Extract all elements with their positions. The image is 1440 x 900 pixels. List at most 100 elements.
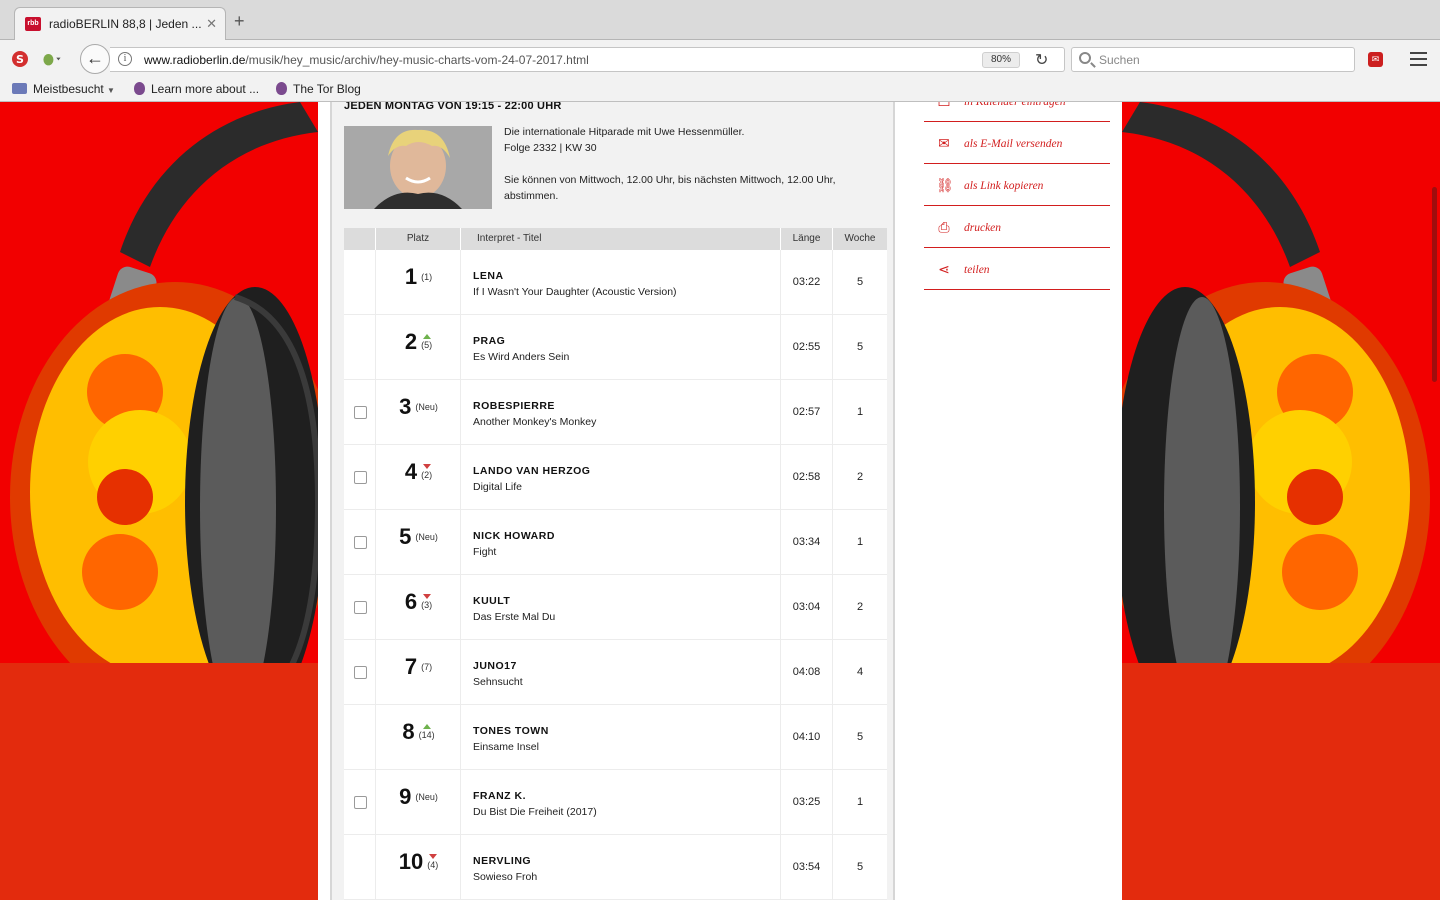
header-weeks: Woche [844, 233, 876, 244]
tor-onion-icon[interactable] [42, 49, 62, 69]
weeks-in-chart: 2 [856, 471, 864, 483]
rank-number: 3 [399, 394, 412, 419]
share-item-als-link-kopieren[interactable]: ⛓ als Link kopieren [924, 164, 1110, 206]
vote-checkbox[interactable] [354, 536, 367, 549]
song-length: 03:34 [792, 536, 821, 548]
rank-number: 5 [399, 524, 412, 549]
search-icon [1079, 52, 1091, 64]
previous-rank: (7) [421, 661, 433, 672]
share-item-drucken[interactable]: ⎙ drucken [924, 206, 1110, 248]
trend-up-icon [422, 724, 431, 729]
trend-down-icon [428, 854, 437, 859]
header-place: Platz [376, 228, 461, 250]
song-length: 03:22 [792, 276, 821, 288]
scrollbar-thumb[interactable] [1432, 187, 1437, 382]
reload-icon[interactable]: ↻ [1035, 50, 1048, 70]
headphone-left-image [10, 102, 318, 663]
share-item-als-e-mail-versenden[interactable]: ✉ als E-Mail versenden [924, 122, 1110, 164]
chevron-down-icon: ▼ [107, 86, 115, 95]
back-button[interactable]: ← [80, 44, 110, 74]
song-title: Another Monkey's Monkey [473, 416, 597, 428]
header-title: Interpret - Titel [461, 228, 781, 250]
onion-icon [276, 82, 287, 95]
vote-checkbox[interactable] [354, 796, 367, 809]
share-item-teilen[interactable]: ⋖ teilen [924, 248, 1110, 290]
close-tab-icon[interactable]: ✕ [206, 16, 217, 32]
new-tab-icon[interactable]: + [234, 12, 245, 30]
share-icon: ⋖ [938, 261, 950, 277]
bookmark-tor-blog[interactable]: The Tor Blog [276, 82, 361, 96]
zoom-level[interactable]: 80% [982, 52, 1020, 68]
search-bar[interactable]: Suchen [1071, 47, 1355, 72]
previous-rank: (Neu) [415, 401, 438, 412]
link-icon: ⛓ [936, 177, 954, 193]
vote-checkbox[interactable] [354, 601, 367, 614]
host-photo [344, 126, 492, 209]
song-length: 04:08 [792, 666, 821, 678]
trend-down-icon [422, 464, 431, 469]
bookmark-most-visited[interactable]: Meistbesucht ▼ [12, 82, 115, 96]
share-label: drucken [964, 222, 1002, 234]
vote-checkbox[interactable] [354, 471, 367, 484]
weeks-in-chart: 1 [856, 406, 864, 418]
browser-chrome: rbb radioBERLIN 88,8 | Jeden ... ✕ + S ←… [0, 0, 1440, 102]
url-text[interactable]: www.radioberlin.de/musik/hey_music/archi… [144, 53, 589, 67]
chart-row: 1 (1) LENA If I Wasn't Your Daughter (Aco… [344, 250, 887, 315]
artist-name: KUULT [473, 595, 511, 607]
web-page: JEDEN MONTAG VON 19:15 - 22:00 UHR Die i… [0, 102, 1440, 900]
extension-icon[interactable]: ✉ [1368, 52, 1383, 67]
chart-row: 2 (5) PRAG Es Wird Anders Sein 02:55 5 [344, 315, 887, 380]
bookmark-learn-more[interactable]: Learn more about ... [134, 82, 259, 96]
noscript-icon[interactable]: S [10, 49, 30, 69]
previous-rank: (4) [427, 860, 439, 870]
weeks-in-chart: 5 [856, 276, 864, 288]
previous-rank: (1) [421, 271, 433, 282]
site-info-icon[interactable]: i [118, 52, 132, 66]
song-length: 02:55 [792, 341, 821, 353]
song-length: 02:57 [792, 406, 821, 418]
song-title: Es Wird Anders Sein [473, 351, 570, 363]
background-right [1122, 102, 1440, 900]
page-scrollbar[interactable] [1428, 102, 1440, 900]
song-title: Sowieso Froh [473, 871, 538, 883]
background-left [0, 102, 318, 900]
share-label: in Kalender eintragen [964, 102, 1066, 108]
share-label: als Link kopieren [964, 180, 1044, 192]
chart-row: 5 (Neu) NICK HOWARD Fight 03:34 1 [344, 510, 887, 575]
browser-tab[interactable]: rbb radioBERLIN 88,8 | Jeden ... ✕ [14, 7, 226, 40]
artist-name: TONES TOWN [473, 725, 549, 737]
previous-rank: (Neu) [415, 531, 438, 542]
search-placeholder: Suchen [1099, 53, 1140, 67]
share-options: ▭ in Kalender eintragen ✉ als E-Mail versen… [924, 102, 1110, 290]
artist-name: NERVLING [473, 855, 532, 867]
artist-name: PRAG [473, 335, 506, 347]
song-title: Das Erste Mal Du [473, 611, 556, 623]
tab-title: radioBERLIN 88,8 | Jeden ... [49, 17, 202, 31]
hamburger-menu-icon[interactable] [1410, 52, 1427, 66]
content-area: JEDEN MONTAG VON 19:15 - 22:00 UHR Die i… [318, 102, 1122, 900]
url-bar[interactable]: i www.radioberlin.de/musik/hey_music/arc… [110, 47, 1065, 72]
artist-name: LANDO VAN HERZOG [473, 465, 591, 477]
chart-row: 9 (Neu) FRANZ K. Du Bist Die Freiheit (20… [344, 770, 887, 835]
vote-checkbox[interactable] [354, 666, 367, 679]
schedule-heading: JEDEN MONTAG VON 19:15 - 22:00 UHR [344, 102, 562, 112]
chart-row: 10 (4) NERVLING Sowieso Froh 03:54 5 [344, 835, 887, 900]
song-title: If I Wasn't Your Daughter (Acoustic Vers… [473, 286, 677, 298]
song-title: Du Bist Die Freiheit (2017) [473, 806, 597, 818]
mail-icon: ✉ [938, 135, 950, 151]
artist-name: NICK HOWARD [473, 530, 555, 542]
chart-column: JEDEN MONTAG VON 19:15 - 22:00 UHR Die i… [330, 102, 895, 900]
rank-number: 9 [399, 784, 412, 809]
song-length: 03:04 [792, 601, 821, 613]
artist-name: JUNO17 [473, 660, 517, 672]
bookmarks-toolbar: Meistbesucht ▼ Learn more about ... The … [0, 78, 1440, 102]
vote-checkbox[interactable] [354, 406, 367, 419]
rank-number: 8 [402, 719, 415, 744]
chart-row: 3 (Neu) ROBESPIERRE Another Monkey's Monk… [344, 380, 887, 445]
chart-row: 7 (7) JUNO17 Sehnsucht 04:08 4 [344, 640, 887, 705]
weeks-in-chart: 5 [856, 731, 864, 743]
share-item-in-kalender-eintragen[interactable]: ▭ in Kalender eintragen [924, 102, 1110, 122]
chart-rows: 1 (1) LENA If I Wasn't Your Daughter (Aco… [344, 250, 887, 900]
chart-row: 6 (3) KUULT Das Erste Mal Du 03:04 2 [344, 575, 887, 640]
weeks-in-chart: 5 [856, 861, 864, 873]
